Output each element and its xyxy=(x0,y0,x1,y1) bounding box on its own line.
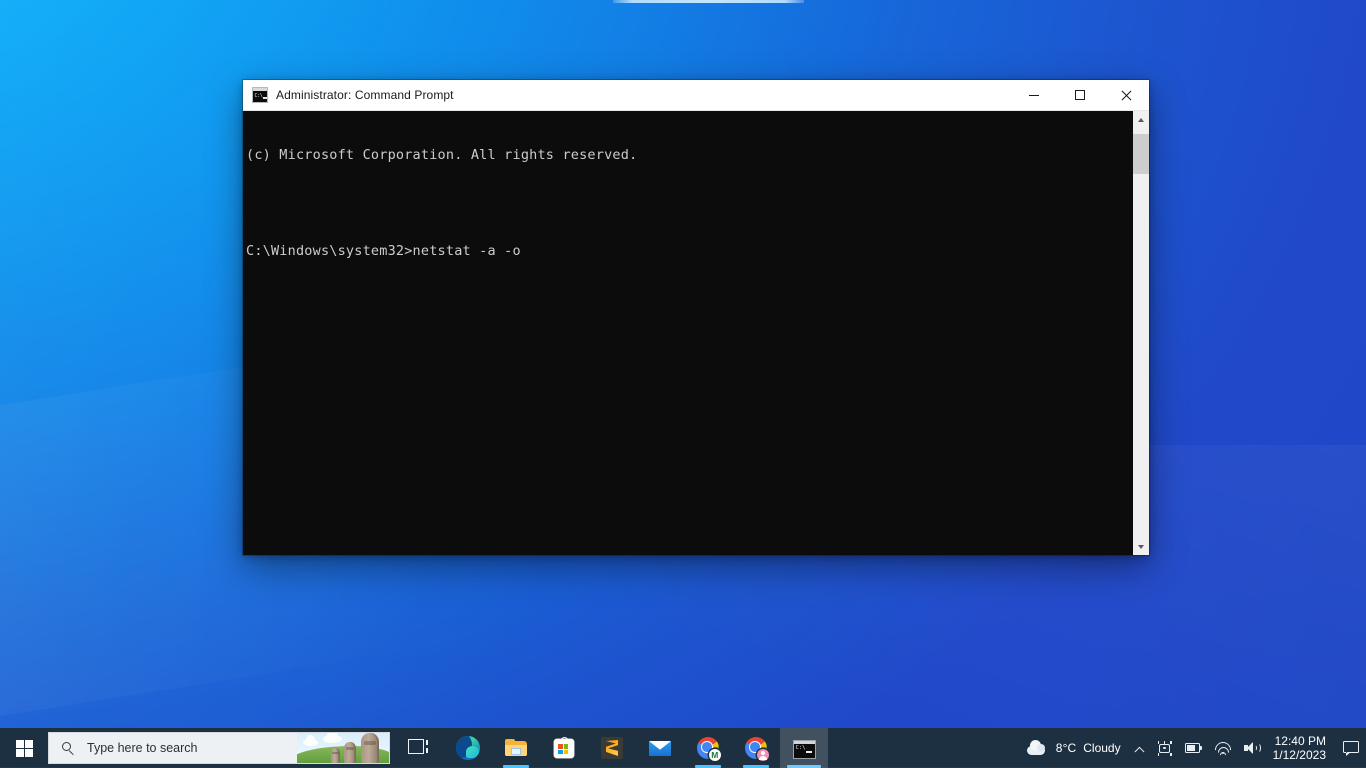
window-title-bar[interactable]: C:\ Administrator: Command Prompt xyxy=(243,80,1149,111)
scrollbar-down-arrow[interactable] xyxy=(1133,538,1149,555)
chevron-up-icon xyxy=(1135,743,1145,753)
close-icon xyxy=(1121,90,1132,101)
weather-temperature: 8°C xyxy=(1055,741,1077,755)
clock-time: 12:40 PM xyxy=(1274,734,1326,748)
edge-icon xyxy=(456,736,480,760)
task-view-button[interactable] xyxy=(396,728,444,768)
taskbar-item-microsoft-store[interactable] xyxy=(540,728,588,768)
search-placeholder: Type here to search xyxy=(87,741,198,755)
action-center-button[interactable] xyxy=(1336,728,1366,768)
mail-icon xyxy=(648,736,672,760)
search-icon xyxy=(49,733,87,763)
chrome-profile-initial: M xyxy=(711,749,719,760)
window-controls xyxy=(1011,80,1149,111)
taskbar: Type here to search M C:\ 8°C Cloudy 12:… xyxy=(0,728,1366,768)
taskbar-item-file-explorer[interactable] xyxy=(492,728,540,768)
cloud-icon xyxy=(1025,739,1049,757)
clock-date: 1/12/2023 xyxy=(1272,748,1326,762)
taskbar-item-google-chrome-m[interactable]: M xyxy=(684,728,732,768)
search-thumbnail-image xyxy=(297,733,389,763)
tray-item-camera[interactable] xyxy=(1151,728,1179,768)
console-line: C:\Windows\system32>netstat -a -o xyxy=(246,243,521,259)
wifi-icon xyxy=(1211,738,1235,762)
console-line: (c) Microsoft Corporation. All rights re… xyxy=(246,147,638,163)
weather-condition: Cloudy xyxy=(1083,741,1121,755)
taskbar-item-google-chrome-person[interactable] xyxy=(732,728,780,768)
minimize-icon xyxy=(1029,94,1039,96)
chrome-icon xyxy=(744,736,769,761)
close-button[interactable] xyxy=(1103,80,1149,111)
battery-icon xyxy=(1184,743,1203,753)
chrome-profile-badge: M xyxy=(708,748,721,761)
taskbar-clock[interactable]: 12:40 PM 1/12/2023 xyxy=(1267,728,1336,768)
chrome-profile-badge xyxy=(756,748,769,761)
console-output[interactable]: (c) Microsoft Corporation. All rights re… xyxy=(243,111,1132,555)
camera-privacy-icon xyxy=(1157,740,1173,756)
search-input[interactable]: Type here to search xyxy=(48,732,390,764)
notification-bubble-icon xyxy=(1343,741,1359,756)
taskbar-item-mail[interactable] xyxy=(636,728,684,768)
start-button[interactable] xyxy=(0,728,48,768)
show-hidden-icons-button[interactable] xyxy=(1129,728,1151,768)
tray-item-volume[interactable] xyxy=(1238,728,1267,768)
sublime-text-icon xyxy=(600,736,624,760)
system-tray: 8°C Cloudy 12:40 PM 1/12/2023 xyxy=(1019,728,1366,768)
taskbar-item-command-prompt[interactable]: C:\ xyxy=(780,728,828,768)
scrollbar-track[interactable] xyxy=(1133,128,1149,538)
minimize-button[interactable] xyxy=(1011,80,1057,111)
taskbar-item-microsoft-edge[interactable] xyxy=(444,728,492,768)
volume-icon xyxy=(1243,741,1262,755)
window-body: (c) Microsoft Corporation. All rights re… xyxy=(243,111,1149,555)
taskbar-app-icons: M C:\ xyxy=(396,728,828,768)
tray-item-network[interactable] xyxy=(1209,728,1238,768)
maximize-icon xyxy=(1075,90,1085,100)
folder-icon xyxy=(504,736,528,760)
windows-logo-icon xyxy=(15,739,33,757)
maximize-button[interactable] xyxy=(1057,80,1103,111)
chrome-icon: M xyxy=(696,736,721,761)
scrollbar-thumb[interactable] xyxy=(1133,134,1149,174)
tray-item-battery[interactable] xyxy=(1179,728,1209,768)
window-title: Administrator: Command Prompt xyxy=(276,88,454,102)
taskbar-item-sublime-text[interactable] xyxy=(588,728,636,768)
offscreen-window-edge[interactable] xyxy=(613,0,804,3)
cmd-icon-text: C:\ xyxy=(795,744,806,751)
task-view-icon xyxy=(408,736,432,760)
weather-widget[interactable]: 8°C Cloudy xyxy=(1019,728,1129,768)
window-title-left: C:\ Administrator: Command Prompt xyxy=(243,87,1011,103)
cmd-icon: C:\ xyxy=(792,739,816,759)
command-prompt-window[interactable]: C:\ Administrator: Command Prompt (c) Mi… xyxy=(243,80,1149,555)
cmd-icon: C:\ xyxy=(252,87,268,103)
cmd-icon-text: C:\ xyxy=(254,93,263,99)
store-icon xyxy=(552,736,576,760)
desktop[interactable]: C:\ Administrator: Command Prompt (c) Mi… xyxy=(0,0,1366,768)
scrollbar-up-arrow[interactable] xyxy=(1133,111,1149,128)
console-scrollbar[interactable] xyxy=(1132,111,1149,555)
